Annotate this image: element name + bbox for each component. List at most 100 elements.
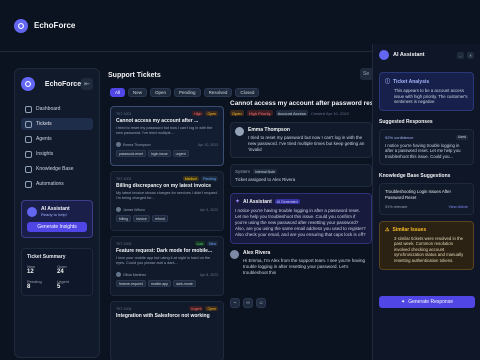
filter-pending[interactable]: Pending	[174, 88, 201, 97]
similar-issues-title: Similar Issues	[392, 226, 427, 233]
ticket-card[interactable]: TKT-1001 High Open Cannot access my acco…	[110, 106, 224, 166]
book-icon	[25, 165, 32, 173]
ticket-title: Integration with Salesforce not working	[116, 313, 210, 319]
ticket-tag: mobile-app	[147, 280, 172, 287]
analysis-title: Ticket Analysis	[393, 78, 430, 85]
collapse-sidebar-button[interactable]: ⇤	[81, 78, 93, 90]
detail-title: Cannot access my account after password …	[230, 100, 378, 107]
priority-badge: High	[192, 111, 204, 116]
filter-new[interactable]: New	[128, 88, 148, 97]
sidebar-item-insights[interactable]: Insights	[21, 148, 93, 160]
avatar	[230, 249, 239, 259]
avatar	[116, 272, 121, 277]
stat-value: 24	[57, 269, 64, 275]
info-icon: ⓘ	[385, 79, 391, 85]
ticket-date: Apr 8, 2023	[199, 272, 218, 277]
ticket-detail: Cannot access my account after password …	[230, 100, 378, 360]
sidebar-brand: EchoForce	[44, 80, 82, 88]
ticket-id: TKT-1004	[116, 306, 132, 311]
customer-message: Emma Thompson I tried to reset my passwo…	[230, 122, 372, 159]
top-bar: EchoForce	[0, 0, 372, 52]
sidebar-item-knowledge-base[interactable]: Knowledge Base	[21, 163, 93, 175]
kb-article-card[interactable]: Troubleshooting Login Issues After Passw…	[379, 183, 474, 215]
logo-icon	[14, 18, 28, 33]
ticket-tag: refund	[151, 215, 168, 222]
priority-badge: Low	[194, 241, 205, 246]
sidebar-item-dashboard[interactable]: Dashboard	[21, 103, 93, 115]
filter-open[interactable]: Open	[150, 88, 172, 97]
close-icon[interactable]: ✕	[467, 51, 474, 59]
system-note: System Internal Note Ticket assigned to …	[230, 164, 372, 188]
tickets-icon	[25, 120, 32, 128]
ticket-list: TKT-1001 High Open Cannot access my acco…	[110, 106, 224, 360]
avatar	[116, 142, 121, 147]
relevance-label: 91% relevant	[385, 204, 408, 209]
filter-resolved[interactable]: Resolved	[203, 88, 233, 97]
ticket-title: Cannot access my account after ...	[116, 118, 199, 124]
priority-badge: High Priority	[246, 110, 273, 116]
ticket-date: Apr 10, 2023	[197, 142, 218, 147]
sidebar-item-agents[interactable]: Agents	[21, 133, 93, 145]
ai-card-subtitle: Ready to help!	[41, 212, 67, 217]
emoji-icon[interactable]: ☺	[256, 298, 266, 308]
message-author: Alex Rivera	[243, 249, 271, 256]
reply-toolbar: ⌁ ∞ ☺	[230, 298, 372, 308]
ticket-title: Feature request: Dark mode for mobile...	[116, 248, 213, 254]
analysis-text: This appears to be a account access issu…	[394, 88, 468, 105]
ai-icon	[27, 206, 37, 217]
sidebar-logo-icon	[21, 77, 35, 91]
ticket-tag: login-issue	[147, 150, 171, 157]
filter-closed[interactable]: Closed	[235, 88, 260, 97]
kb-article-title: Troubleshooting Login Issues After Passw…	[385, 189, 452, 201]
generate-response-label: Generate Response	[408, 299, 453, 305]
suggested-response-card[interactable]: 92% confidence Used I notice you're havi…	[379, 128, 474, 166]
link-icon[interactable]: ∞	[243, 298, 253, 308]
ticket-id: TKT-1001	[116, 111, 132, 116]
ticket-tag: invoice	[132, 215, 150, 222]
ticket-id: TKT-1002	[116, 176, 132, 181]
ticket-card[interactable]: TKT-1004 Urgent Open Integration with Sa…	[110, 301, 224, 360]
message-author: Emma Thompson	[248, 127, 290, 133]
ticket-description: My latest invoice shows charges for serv…	[116, 191, 218, 200]
ticket-tag: password-reset	[116, 150, 146, 157]
avatar	[235, 127, 244, 136]
internal-note-badge: Internal Note	[253, 169, 278, 175]
priority-badge: Medium	[182, 176, 200, 181]
sidebar-item-automations[interactable]: Automations	[21, 178, 93, 190]
ai-generated-message: ✦ AI Assistant AI Generated I notice you…	[230, 193, 372, 244]
dashboard-icon	[25, 105, 32, 113]
filter-all[interactable]: All	[110, 88, 126, 97]
ticket-analysis: ⓘ Ticket Analysis This appears to be a ac…	[379, 72, 474, 111]
assistant-title: AI Assistant	[393, 52, 425, 58]
system-text: Ticket assigned to Alex Rivera	[235, 177, 296, 183]
stat-value: 5	[57, 284, 61, 290]
generate-insights-button[interactable]: Generate Insights	[27, 222, 87, 232]
ticket-card[interactable]: TKT-1003 Low New Feature request: Dark m…	[110, 236, 224, 296]
generate-response-button[interactable]: ✦ Generate Response	[379, 296, 475, 308]
attach-icon[interactable]: ⌁	[230, 298, 240, 308]
status-badge: Open	[205, 306, 218, 311]
kb-suggestions-title: Knowledge Base Suggestions	[379, 173, 451, 180]
used-badge: Used	[455, 134, 468, 140]
sparkle-icon: ✦	[401, 299, 406, 305]
suggested-response-text: I notice you're having trouble logging i…	[385, 142, 461, 159]
status-badge: New	[206, 241, 218, 246]
warning-icon: ⚠	[385, 226, 390, 233]
ai-assistant-panel: AI Assistant – ✕ ⓘ Ticket Analysis This a…	[372, 44, 480, 360]
sparkle-icon: ✦	[235, 199, 241, 206]
message-text: I tried to reset my password but now I c…	[248, 135, 365, 153]
ticket-tag: urgent	[172, 150, 189, 157]
status-badge: Open	[230, 110, 244, 116]
ticket-card[interactable]: TKT-1002 Medium Pending Billing discrepa…	[110, 171, 224, 231]
category-badge: Account Access	[275, 110, 308, 116]
minimize-icon[interactable]: –	[457, 51, 464, 59]
sidebar-item-tickets[interactable]: Tickets	[21, 118, 93, 130]
ticket-tag: feature-request	[116, 280, 146, 287]
ticket-summary-title: Ticket Summary	[27, 254, 66, 260]
status-badge: Pending	[201, 176, 218, 181]
view-article-link[interactable]: View Article	[448, 205, 468, 209]
confidence-label: 92% confidence	[385, 134, 414, 140]
page-title: Support Tickets	[108, 72, 161, 79]
ticket-user: Emma Thompson	[123, 142, 151, 147]
ticket-user: Olivia Martinez	[123, 272, 147, 277]
